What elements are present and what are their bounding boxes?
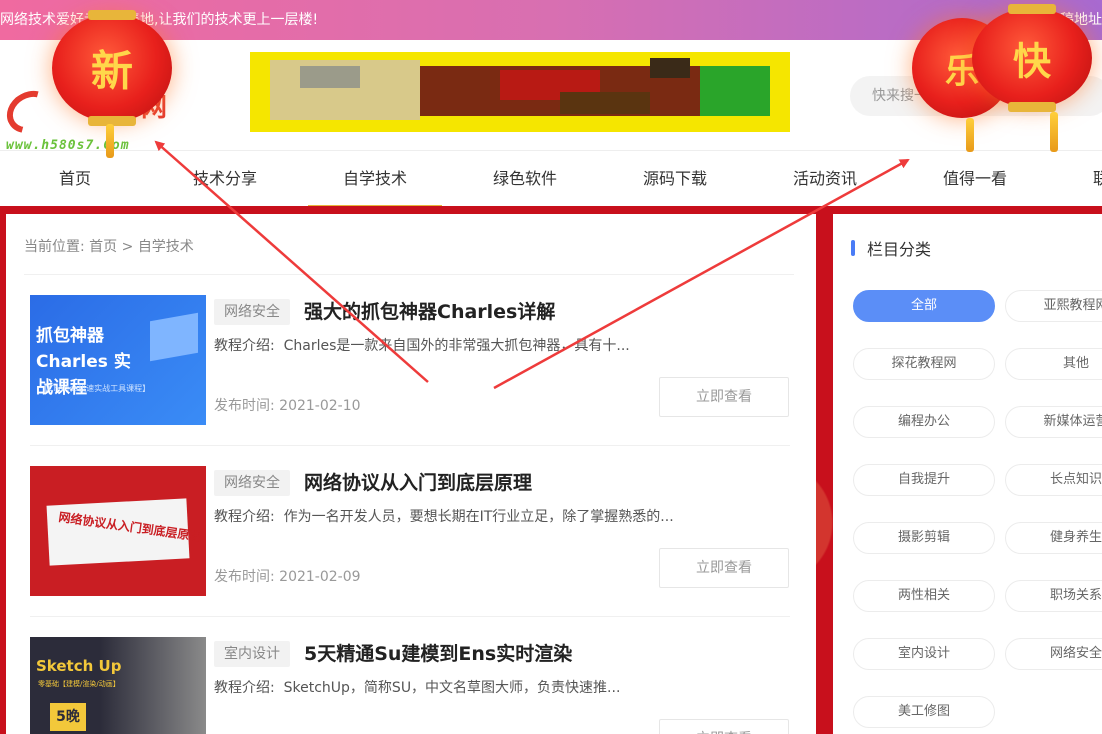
divider (24, 274, 794, 275)
category-item[interactable]: 亚熙教程网 (1005, 290, 1102, 322)
nav-item-tech-share[interactable]: 技术分享 (165, 151, 285, 207)
sidebar-heading: 栏目分类 (867, 240, 932, 259)
post-category-tag[interactable]: 室内设计 (214, 641, 290, 667)
breadcrumb-current: 自学技术 (137, 239, 194, 255)
post-category-tag[interactable]: 网络安全 (214, 299, 290, 325)
thumb-subtitle: 零基础【建模/渲染/动画】 (38, 680, 120, 688)
category-item[interactable]: 探花教程网 (853, 348, 995, 380)
category-item[interactable]: 职场关系 (1005, 580, 1102, 612)
category-item[interactable]: 摄影剪辑 (853, 522, 995, 554)
nav-item-green-software[interactable]: 绿色软件 (465, 151, 585, 207)
category-item[interactable]: 编程办公 (853, 406, 995, 438)
thumb-subtitle: 【Charles极速实战工具课程】 (40, 384, 151, 393)
thumb-badge: 5晚 (50, 703, 86, 731)
lantern-tassel-icon (106, 124, 114, 158)
lantern-character: 新 (90, 46, 133, 96)
date-value: 2021-02-10 (279, 398, 361, 414)
category-item[interactable]: 新媒体运营 (1005, 406, 1102, 438)
category-item[interactable]: 室内设计 (853, 638, 995, 670)
lantern-tassel-icon (1050, 112, 1058, 152)
lantern-cap (1008, 102, 1056, 112)
category-item[interactable]: 美工修图 (853, 696, 995, 728)
view-now-button[interactable]: 立即查看 (659, 548, 789, 588)
lantern-character: 快 (1012, 39, 1051, 84)
category-item[interactable]: 网络安全 (1005, 638, 1102, 670)
category-item[interactable]: 其他 (1005, 348, 1102, 380)
nav-item-source-download[interactable]: 源码下载 (615, 151, 735, 207)
divider (30, 616, 790, 617)
post-item: 抓包神器Charles 实战课程 【Charles极速实战工具课程】 网络安全 … (30, 295, 790, 425)
post-thumbnail[interactable]: Sketch Up 零基础【建模/渲染/动画】 5晚 (30, 637, 206, 734)
desc-text: 作为一名开发人员，要想长期在IT行业立足，除了掌握熟悉的... (283, 509, 674, 525)
post-item: 网络协议从入门到底层原理 网络安全 网络协议从入门到底层原理 教程介绍: 作为一… (30, 466, 790, 596)
desc-label: 教程介绍: (214, 680, 275, 696)
lantern-icon: 快 (972, 4, 1092, 112)
main-nav: 首页 技术分享 自学技术 绿色软件 源码下载 活动资讯 值得一看 联 (0, 150, 1102, 207)
screen-illustration-icon (150, 312, 198, 362)
divider (30, 445, 790, 446)
nav-item-home[interactable]: 首页 (15, 151, 135, 207)
breadcrumb-home[interactable]: 首页 (89, 239, 117, 255)
nav-item-contact[interactable]: 联 (1065, 151, 1102, 207)
post-title[interactable]: 强大的抓包神器Charles详解 (304, 297, 555, 324)
ad-banner[interactable] (250, 52, 790, 132)
post-title[interactable]: 网络协议从入门到底层原理 (304, 468, 532, 495)
date-label: 发布时间: (214, 569, 275, 585)
lantern-cap (88, 10, 136, 20)
lantern-cap (1008, 4, 1056, 14)
post-description: 教程介绍: Charles是一款来自国外的非常强大抓包神器，具有十... (214, 335, 630, 355)
desc-text: Charles是一款来自国外的非常强大抓包神器，具有十... (283, 338, 630, 354)
thumb-title: Sketch Up (36, 657, 122, 675)
breadcrumb-label: 当前位置: (24, 239, 85, 255)
category-item[interactable]: 健身养生 (1005, 522, 1102, 554)
breadcrumb: 当前位置: 首页 > 自学技术 (24, 236, 194, 256)
category-item[interactable]: 自我提升 (853, 464, 995, 496)
breadcrumb-sep: > (121, 239, 134, 255)
content-panel: 当前位置: 首页 > 自学技术 抓包神器Charles 实战课程 【Charle… (6, 214, 816, 734)
nav-item-self-study[interactable]: 自学技术 (308, 151, 442, 207)
desc-text: SketchUp，简称SU，中文名草图大师，负责快速推... (283, 680, 621, 696)
lantern-tassel-icon (966, 118, 974, 152)
category-item[interactable]: 长点知识 (1005, 464, 1102, 496)
post-thumbnail[interactable]: 网络协议从入门到底层原理 (30, 466, 206, 596)
category-sidebar: 栏目分类 全部 亚熙教程网 探花教程网 其他 编程办公 新媒体运营 自我提升 长… (833, 214, 1102, 734)
post-thumbnail[interactable]: 抓包神器Charles 实战课程 【Charles极速实战工具课程】 (30, 295, 206, 425)
post-item: Sketch Up 零基础【建模/渲染/动画】 5晚 室内设计 5天精通Su建模… (30, 637, 790, 734)
post-category-tag[interactable]: 网络安全 (214, 470, 290, 496)
heading-accent-bar (851, 240, 855, 256)
post-description: 教程介绍: SketchUp，简称SU，中文名草图大师，负责快速推... (214, 677, 620, 697)
post-date: 发布时间: 2021-02-10 (214, 395, 361, 415)
category-item[interactable]: 两性相关 (853, 580, 995, 612)
nav-item-events[interactable]: 活动资讯 (765, 151, 885, 207)
desc-label: 教程介绍: (214, 338, 275, 354)
date-label: 发布时间: (214, 398, 275, 414)
date-value: 2021-02-09 (279, 569, 361, 585)
view-now-button[interactable]: 立即查看 (659, 719, 789, 734)
post-description: 教程介绍: 作为一名开发人员，要想长期在IT行业立足，除了掌握熟悉的... (214, 506, 674, 526)
lantern-icon: 新 (52, 10, 172, 126)
category-all[interactable]: 全部 (853, 290, 995, 322)
view-now-button[interactable]: 立即查看 (659, 377, 789, 417)
post-date: 发布时间: 2021-02-09 (214, 566, 361, 586)
desc-label: 教程介绍: (214, 509, 275, 525)
nav-item-worth-watching[interactable]: 值得一看 (915, 151, 1035, 207)
post-title[interactable]: 5天精通Su建模到Ens实时渲染 (304, 639, 572, 666)
